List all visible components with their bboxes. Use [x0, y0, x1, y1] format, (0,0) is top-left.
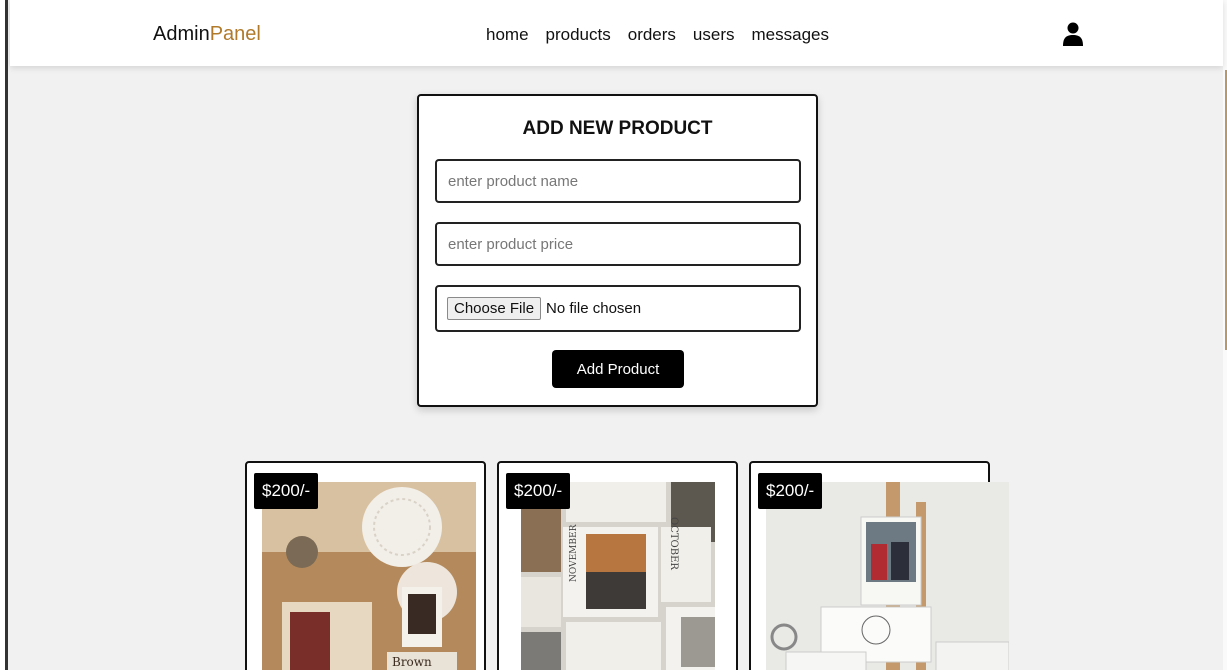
product-card[interactable]: $200/- Brown — [245, 461, 486, 670]
svg-text:Brown: Brown — [392, 655, 432, 669]
user-icon[interactable] — [1062, 22, 1084, 46]
admin-header: AdminPanel home products orders users me… — [10, 0, 1223, 66]
product-image-photo-easel — [766, 482, 1009, 670]
svg-text:OCTOBER: OCTOBER — [668, 517, 679, 570]
price-badge: $200/- — [254, 473, 319, 509]
logo-accent: Panel — [209, 23, 261, 45]
nav-users[interactable]: users — [693, 25, 735, 45]
logo-main: Admin — [153, 23, 210, 45]
logo[interactable]: AdminPanel — [153, 23, 261, 46]
file-status: No file chosen — [546, 300, 642, 317]
product-image-file-input[interactable]: Choose File No file chosen — [435, 285, 801, 332]
product-card[interactable]: $200/- — [749, 461, 1009, 670]
window-left-edge — [0, 0, 8, 670]
main-nav: home products orders users messages — [486, 25, 829, 45]
add-product-form: ADD NEW PRODUCT Choose File No file chos… — [417, 94, 818, 407]
product-image-scrapbook: Brown — [262, 482, 476, 670]
price-badge: $200/- — [758, 473, 823, 509]
product-image-calendar: OCTOBER NOVEMBER — [521, 482, 715, 670]
price-badge: $200/- — [506, 473, 571, 509]
product-card[interactable]: $200/- OCTOBER NOVEMBER — [497, 461, 738, 670]
add-product-button[interactable]: Add Product — [552, 350, 684, 388]
product-price-input[interactable] — [435, 222, 801, 266]
choose-file-button[interactable]: Choose File — [447, 297, 542, 320]
nav-home[interactable]: home — [486, 25, 529, 45]
product-name-input[interactable] — [435, 159, 801, 203]
form-title: ADD NEW PRODUCT — [522, 118, 713, 139]
nav-messages[interactable]: messages — [752, 25, 829, 45]
nav-products[interactable]: products — [546, 25, 611, 45]
svg-text:NOVEMBER: NOVEMBER — [569, 524, 579, 582]
scrollbar[interactable] — [1223, 0, 1227, 670]
nav-orders[interactable]: orders — [628, 25, 676, 45]
